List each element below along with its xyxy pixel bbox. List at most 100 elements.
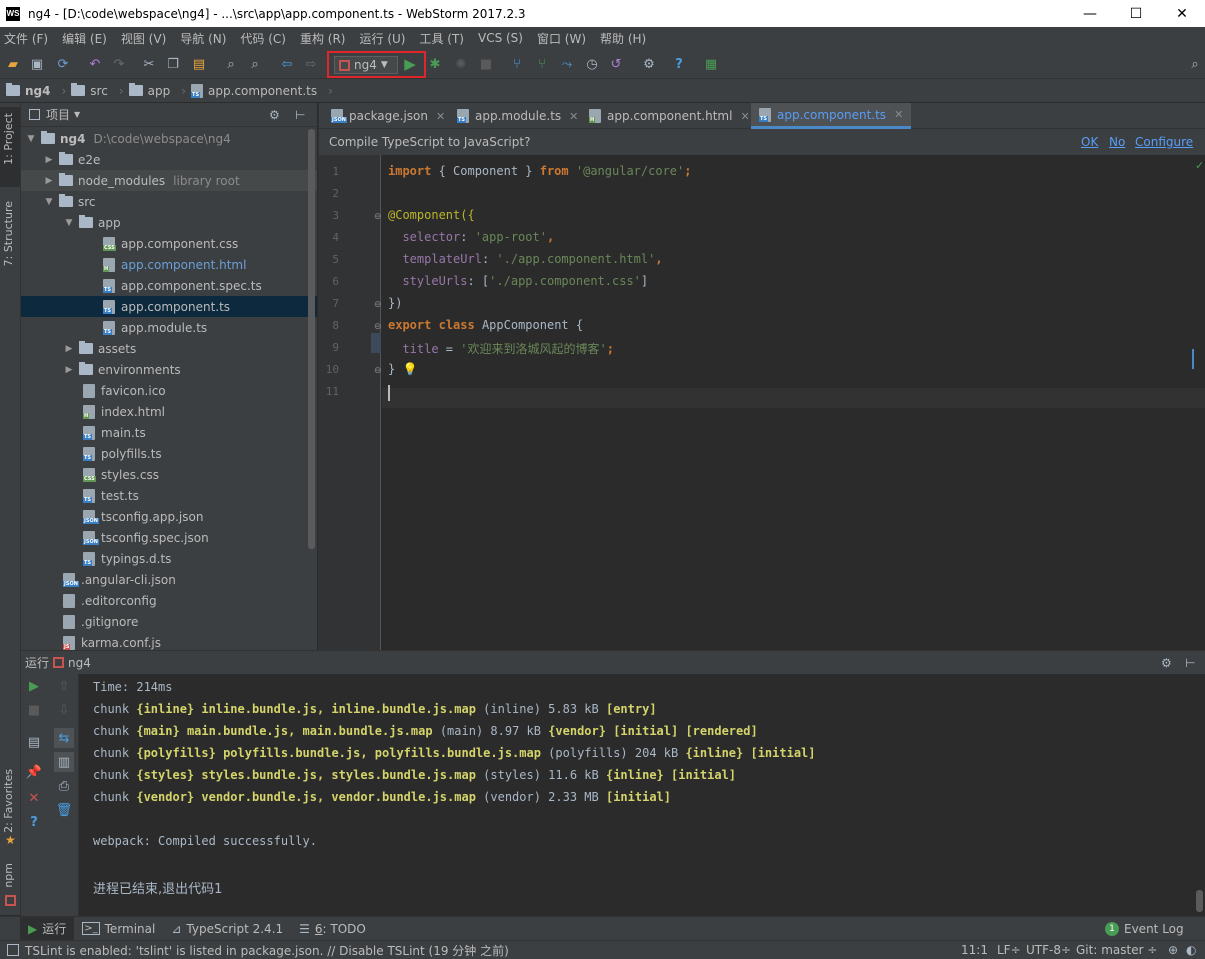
tab-app-module-ts[interactable]: TS app.module.ts ✕ [449, 103, 586, 129]
code-line-1[interactable]: import { Component } from '@angular/core… [388, 164, 691, 178]
notice-ok-link[interactable]: OK [1081, 135, 1098, 149]
menu-vcs[interactable]: VCS (S) [478, 31, 523, 45]
tab-run[interactable]: ▶ 运行 [20, 916, 75, 941]
coverage-icon[interactable]: ✺ [452, 55, 470, 73]
tree-item-app-component-css[interactable]: CSS app.component.css [21, 233, 317, 254]
print-icon[interactable]: ⎙ [56, 778, 72, 794]
breadcrumb-ng4[interactable]: ng4 [6, 83, 50, 98]
code-line-9[interactable]: title = '欢迎来到洛城风起的博客'; [388, 340, 614, 357]
gear-icon[interactable]: ⚙ [269, 108, 280, 122]
menu-code[interactable]: 代码 (C) [240, 30, 286, 47]
project-panel-title[interactable]: 项目 [46, 106, 70, 123]
lock-icon[interactable]: ⊕ [1168, 943, 1178, 957]
replace-icon[interactable]: ⌕ [246, 55, 264, 73]
code-line-6[interactable]: styleUrls: ['./app.component.css'] [388, 274, 648, 288]
tree-item-environments[interactable]: ▶ environments [21, 359, 317, 380]
tree-item-e2e[interactable]: ▶ e2e [21, 149, 317, 170]
chevron-down-icon[interactable]: ▼ [74, 110, 80, 119]
maximize-button[interactable]: ☐ [1113, 0, 1159, 27]
tree-item-favicon[interactable]: favicon.ico [21, 380, 317, 401]
tab-todo[interactable]: ☰ 6: TODO [291, 917, 374, 941]
breadcrumb-app[interactable]: app [128, 83, 170, 98]
cut-icon[interactable]: ✂ [140, 55, 158, 73]
breadcrumb-src[interactable]: src [71, 83, 108, 98]
tab-typescript[interactable]: ⊿ TypeScript 2.4.1 [163, 917, 291, 941]
inspector-icon[interactable]: ◐ [1186, 943, 1196, 957]
intention-bulb-icon[interactable]: 💡 [402, 362, 417, 376]
menu-window[interactable]: 窗口 (W) [537, 30, 586, 47]
pin-icon[interactable]: 📌 [26, 764, 42, 780]
close-icon[interactable]: ✕ [894, 108, 903, 121]
tree-item-tsconfig-app[interactable]: JSON tsconfig.app.json [21, 506, 317, 527]
stop-icon[interactable]: ■ [26, 702, 42, 718]
run-config-selector[interactable]: ng4 ▼ [334, 56, 398, 74]
revert-icon[interactable]: ↺ [607, 55, 625, 73]
redo-icon[interactable]: ↷ [110, 55, 128, 73]
trash-icon[interactable]: 🗑 [56, 802, 73, 818]
structure-tool-tab[interactable]: 7: Structure [2, 201, 15, 266]
run-icon[interactable]: ▶ [401, 55, 419, 73]
layout-icon[interactable]: ▤ [26, 734, 42, 750]
tab-terminal[interactable]: >_ Terminal [74, 917, 163, 941]
tree-item-app-component-html[interactable]: Happ.component.html [21, 254, 317, 275]
arrow-up-icon[interactable]: ⇧ [56, 678, 72, 694]
hide-panel-icon[interactable]: ⊢ [1185, 656, 1195, 670]
code-line-8[interactable]: export class AppComponent { [388, 318, 583, 332]
menu-help[interactable]: 帮助 (H) [600, 30, 646, 47]
menu-tools[interactable]: 工具 (T) [419, 30, 464, 47]
menu-file[interactable]: 文件 (F) [4, 30, 48, 47]
tab-event-log[interactable]: 1 Event Log [1097, 917, 1192, 941]
caret-position[interactable]: 11:1 [961, 943, 988, 957]
back-icon[interactable]: ⇦ [278, 55, 296, 73]
git-branch[interactable]: Git: master ÷ [1076, 943, 1157, 957]
menu-run[interactable]: 运行 (U) [360, 30, 406, 47]
code-line-4[interactable]: selector: 'app-root', [388, 230, 554, 244]
tree-item-app-component-ts[interactable]: TS app.component.ts [21, 296, 317, 317]
breadcrumb-file[interactable]: TS app.component.ts [191, 83, 317, 98]
fold-icon[interactable]: ⊖ [374, 300, 382, 310]
file-encoding[interactable]: UTF-8÷ [1026, 943, 1071, 957]
tree-item-tsconfig-spec[interactable]: JSON tsconfig.spec.json [21, 527, 317, 548]
code-line-5[interactable]: templateUrl: './app.component.html', [388, 252, 662, 266]
tree-item-polyfills-ts[interactable]: TS polyfills.ts [21, 443, 317, 464]
arrow-down-icon[interactable]: ⇩ [56, 702, 72, 718]
synchronize-icon[interactable]: ⟳ [54, 55, 72, 73]
tree-item-main-ts[interactable]: TS main.ts [21, 422, 317, 443]
debug-icon[interactable]: ✱ [426, 55, 444, 73]
stop-icon[interactable]: ■ [477, 55, 495, 73]
help-icon[interactable]: ? [26, 814, 42, 830]
vcs-history-icon[interactable]: ◷ [583, 55, 601, 73]
minimize-button[interactable]: — [1067, 0, 1113, 27]
open-folder-icon[interactable]: ▰ [4, 55, 22, 73]
rerun-icon[interactable]: ▶ [26, 678, 42, 694]
close-icon[interactable]: ✕ [569, 110, 578, 123]
tree-item-node-modules[interactable]: ▶ node_modules library root [21, 170, 317, 191]
code-line-7[interactable]: }) [388, 296, 402, 310]
close-icon[interactable]: ✕ [436, 110, 445, 123]
code-line-10[interactable]: } 💡 [388, 362, 417, 376]
tree-item-src[interactable]: ▼ src [21, 191, 317, 212]
close-icon[interactable]: ✕ [740, 110, 749, 123]
tree-item-app[interactable]: ▼ app [21, 212, 317, 233]
tree-item-styles-css[interactable]: CSS styles.css [21, 464, 317, 485]
copy-icon[interactable]: ❐ [164, 55, 182, 73]
console-scrollbar[interactable] [1196, 890, 1203, 912]
status-message[interactable]: TSLint is enabled: 'tslint' is listed in… [25, 942, 509, 959]
settings-icon[interactable]: ⚙ [640, 55, 658, 73]
find-icon[interactable]: ⌕ [222, 55, 240, 73]
notice-no-link[interactable]: No [1109, 135, 1125, 149]
notice-configure-link[interactable]: Configure [1135, 135, 1193, 149]
hide-panel-icon[interactable]: ⊢ [295, 108, 305, 122]
menu-navigate[interactable]: 导航 (N) [180, 30, 226, 47]
menu-edit[interactable]: 编辑 (E) [62, 30, 107, 47]
undo-icon[interactable]: ↶ [86, 55, 104, 73]
tab-app-component-ts[interactable]: TS app.component.ts ✕ [751, 103, 912, 129]
plugin-icon[interactable]: ▦ [702, 55, 720, 73]
gear-icon[interactable]: ⚙ [1161, 656, 1172, 670]
favorites-tool-tab[interactable]: 2: Favorites [2, 769, 15, 833]
tree-item-index-html[interactable]: Hindex.html [21, 401, 317, 422]
run-console[interactable]: Time: 214ms chunk {inline} inline.bundle… [80, 674, 1205, 916]
vcs-commit-icon[interactable]: ⑂ [533, 55, 551, 73]
save-all-icon[interactable]: ▣ [28, 55, 46, 73]
menu-view[interactable]: 视图 (V) [121, 30, 166, 47]
